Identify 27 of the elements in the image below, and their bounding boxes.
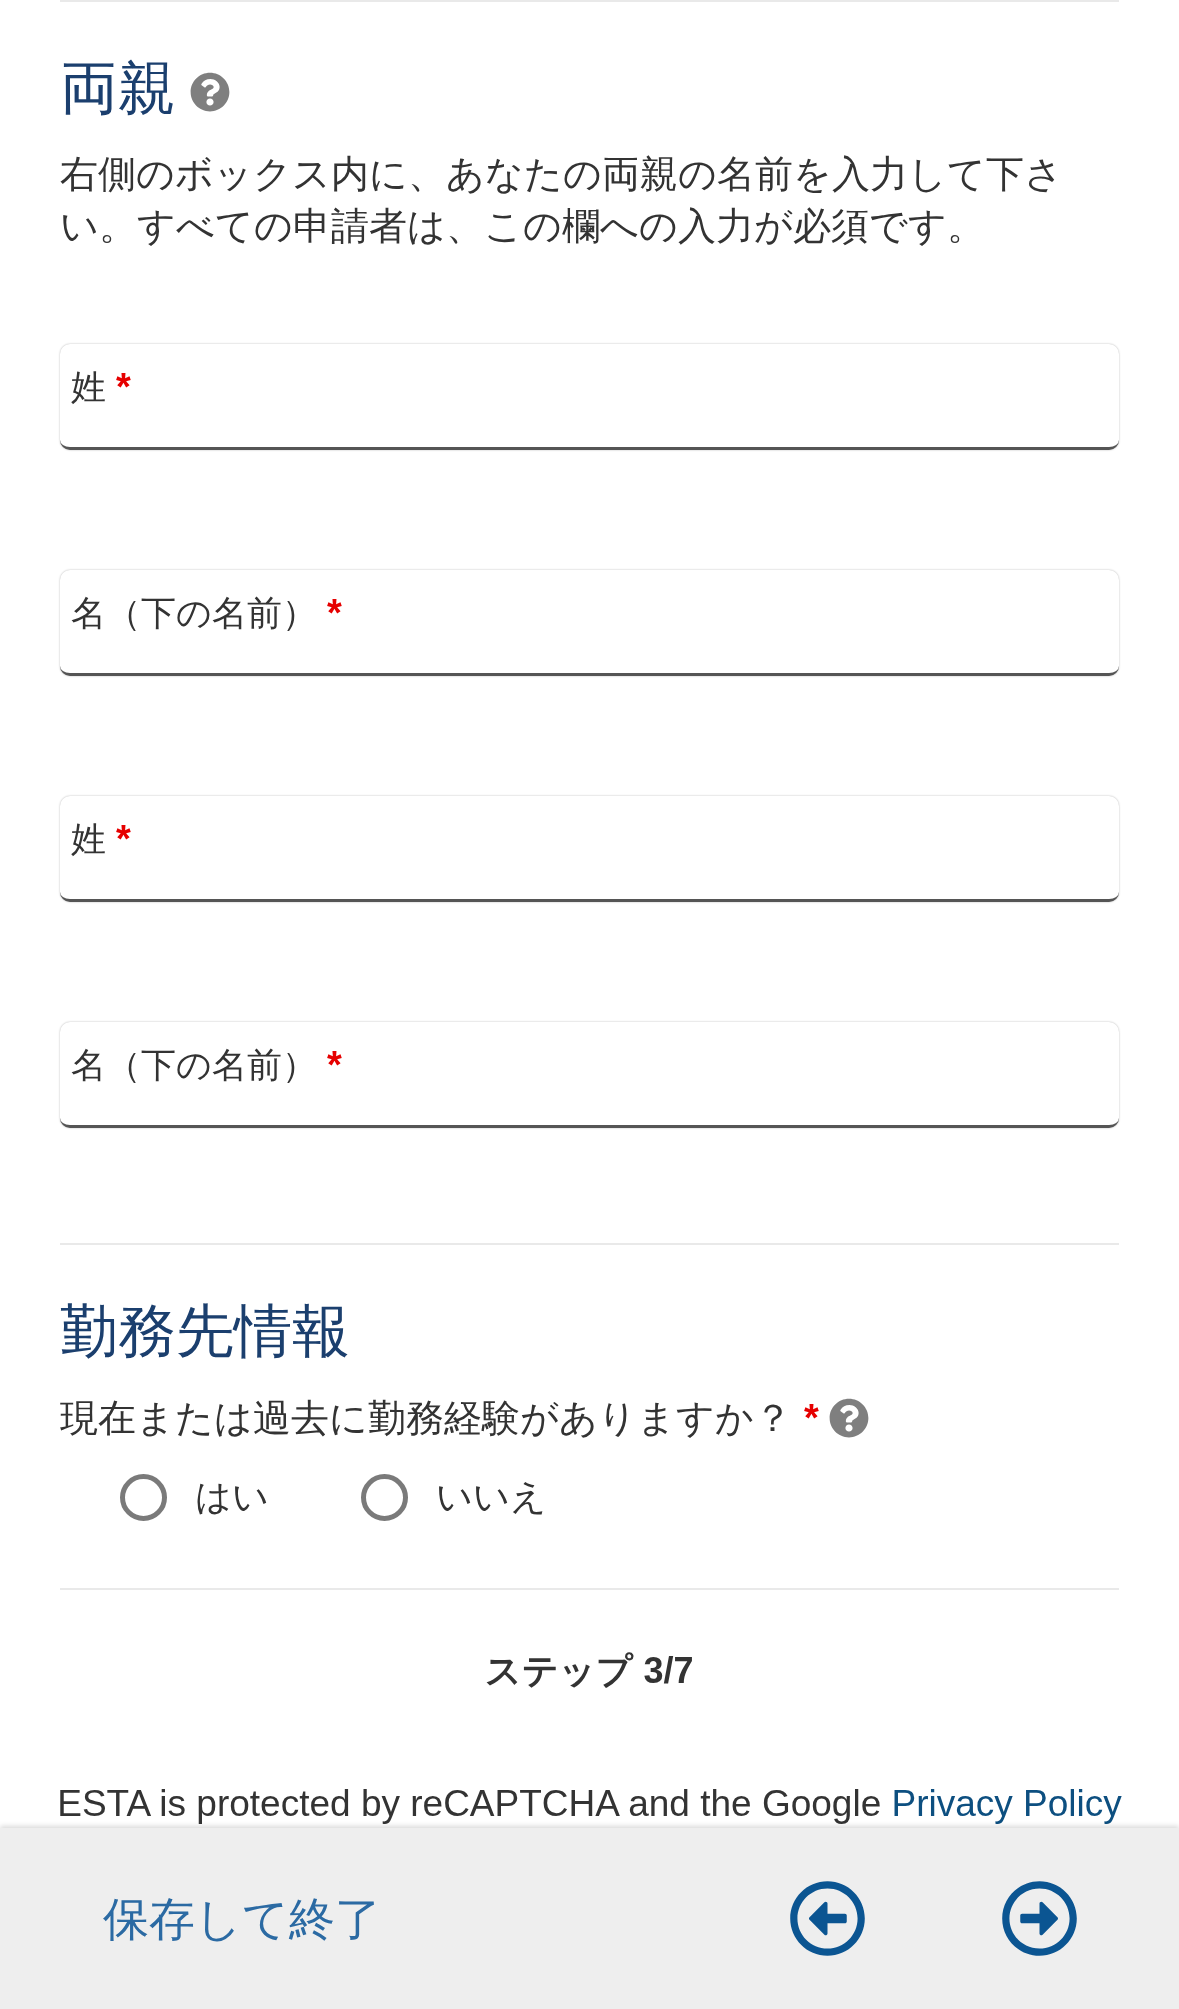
- required-asterisk: *: [116, 818, 131, 860]
- recaptcha-notice: ESTA is protected by reCAPTCHA and the Google Privacy Policy: [57, 1782, 1122, 1826]
- text-field[interactable]: 姓 *: [60, 796, 1119, 902]
- text-field[interactable]: 姓 *: [60, 344, 1119, 450]
- field-label: 名（下の名前）: [71, 592, 317, 634]
- save-and-exit-link[interactable]: 保存して終了: [103, 1890, 381, 1947]
- section-heading: 勤務先情報: [60, 1297, 350, 1365]
- question-text: 現在または過去に勤務経験がありますか？: [60, 1396, 792, 1441]
- field-label: 姓: [71, 366, 106, 408]
- text-field[interactable]: 名（下の名前） *: [60, 570, 1119, 676]
- step-indicator: ステップ 3/7: [485, 1649, 694, 1693]
- option-label[interactable]: はい: [195, 1475, 269, 1519]
- required-asterisk: *: [327, 1044, 342, 1086]
- privacy-policy-link[interactable]: Privacy Policy: [891, 1783, 1122, 1824]
- help-icon[interactable]: [190, 72, 230, 112]
- field-label: 姓: [71, 818, 106, 860]
- text-field[interactable]: 名（下の名前） *: [60, 1022, 1119, 1128]
- section-heading: 両親: [60, 54, 176, 122]
- field-label: 名（下の名前）: [71, 1044, 317, 1086]
- radio-button[interactable]: [361, 1473, 408, 1521]
- required-asterisk: *: [804, 1396, 819, 1441]
- required-asterisk: *: [116, 366, 131, 408]
- option-label[interactable]: いいえ: [436, 1475, 547, 1519]
- radio-button[interactable]: [120, 1473, 167, 1521]
- help-icon[interactable]: [828, 1398, 869, 1438]
- required-asterisk: *: [327, 592, 342, 634]
- instructions-text: 右側のボックス内に、あなたの両親の名前を入力して下さい。すべての申請者は、この欄への入力が必須です。: [60, 152, 1064, 249]
